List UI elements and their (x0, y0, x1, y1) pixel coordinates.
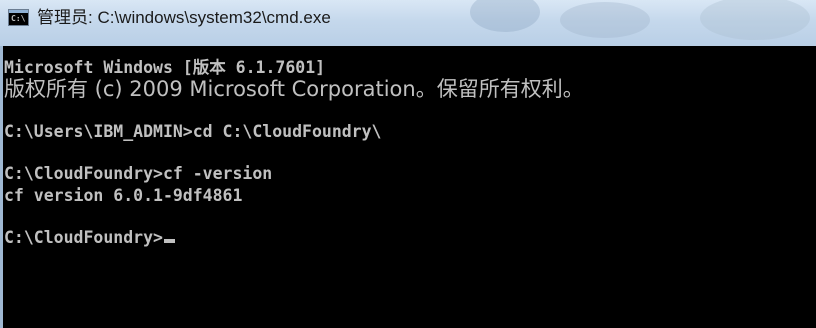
cmd-window: C:\ 管理员: C:\windows\system32\cmd.exe Mic… (0, 0, 816, 328)
console-line-cf-output: cf version 6.0.1-9df4861 (4, 186, 243, 205)
titlebar-glass-reflection (700, 0, 810, 40)
titlebar-glass-reflection (470, 0, 540, 32)
console-line-cd-command: C:\Users\IBM_ADMIN>cd C:\CloudFoundry\ (4, 122, 382, 141)
text-cursor (163, 239, 175, 243)
title-bar[interactable]: C:\ 管理员: C:\windows\system32\cmd.exe (0, 0, 816, 46)
console-prompt: C:\CloudFoundry> (4, 228, 163, 247)
console-prompt-line[interactable]: C:\CloudFoundry> (4, 228, 175, 248)
console-area[interactable]: Microsoft Windows [版本 6.1.7601] 版权所有 (c)… (0, 46, 816, 328)
cmd-icon-label: C:\ (11, 14, 26, 23)
titlebar-glass-reflection (560, 2, 650, 38)
window-title: 管理员: C:\windows\system32\cmd.exe (37, 8, 331, 27)
console-line-version: Microsoft Windows [版本 6.1.7601] (4, 58, 326, 77)
cmd-icon[interactable]: C:\ (8, 9, 29, 26)
console-line-cf-command: C:\CloudFoundry>cf -version (4, 164, 273, 183)
console-line-copyright: 版权所有 (c) 2009 Microsoft Corporation。保留所有… (4, 77, 584, 101)
